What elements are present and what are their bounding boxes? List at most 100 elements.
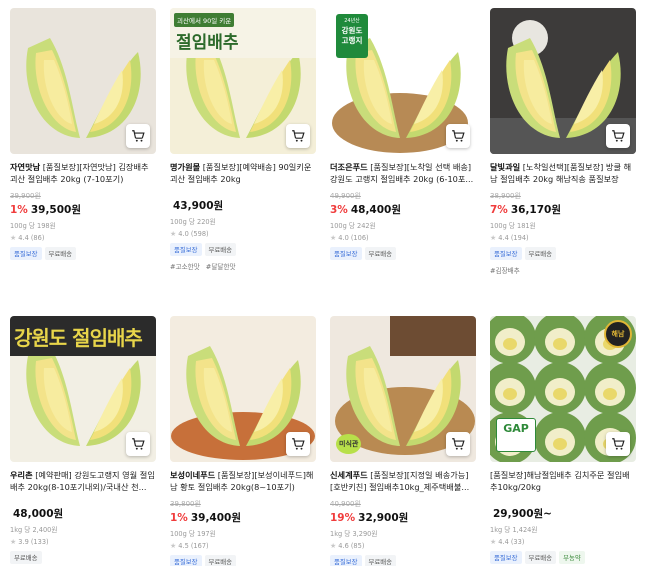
product-title[interactable]: 달빛과일 [노착일선택][품질보장] 방쿨 해남 절임배추 20kg 해남직송 … [490,161,636,185]
product-badge: 품질보장 [490,551,522,564]
rating: ★ 4.0 (106) [330,234,476,242]
product-image[interactable]: 미식관 [330,316,476,462]
unit-price: 100g 당 242원 [330,222,376,230]
product-image[interactable] [10,8,156,154]
shopping-cart-icon [611,437,625,451]
add-to-cart-button[interactable] [126,124,150,148]
rating-text: 4.0 (598) [178,230,209,238]
sale-price: 43,900원 [173,200,224,212]
add-to-cart-button[interactable] [286,432,310,456]
badge-list: 품질보장 무료배송 [10,247,156,260]
product-brand[interactable]: 달빛과일 [490,162,520,172]
product-banner: 24년산 강원도 고랭지 [336,14,368,58]
rating-text: 4.4 (33) [498,538,525,546]
product-card[interactable]: 보성이네푸드 [품질보장][보성이네푸드]해남 황토 절임배추 20kg(8~1… [170,316,316,566]
rating: ★ 4.4 (86) [10,234,156,242]
rating-text: 4.4 (194) [498,234,529,242]
original-price: 49,900원 [330,192,361,200]
sale-price: 48,000원 [13,508,64,520]
shopping-cart-icon [131,129,145,143]
rating-text: 4.4 (86) [18,234,45,242]
banner-big-text: 강원도 고랭지 [341,26,363,45]
original-price: 39,800원 [170,500,201,508]
badge-list: 품질보장 무료배송 [170,243,316,256]
product-badge: 무료배송 [204,243,237,256]
discount-rate: 1% [170,512,188,524]
original-price: 40,900원 [330,500,361,508]
product-title[interactable]: 자연맛남 [품질보장][자연맛남] 김장배추 괴산 절임배추 20kg (7-1… [10,161,156,185]
add-to-cart-button[interactable] [606,124,630,148]
product-title[interactable]: 명가원몰 [품질보장][예약배송] 90일키운 괴산 절임배추 20kg [170,161,316,185]
discount-rate: 3% [330,204,348,216]
product-title[interactable]: [품질보장]해남절임배추 김치주문 절임배추10kg/20kg [490,469,636,493]
star-icon: ★ [490,538,497,546]
product-card[interactable]: 미식관 신세계푸드 [품질보장][지정일 배송가능] [호반키친] 절임배추10… [330,316,476,566]
shopping-cart-icon [291,437,305,451]
product-card[interactable]: GAP 해남 [품질보장]해남절임배추 김치주문 절임배추10kg/20kg 2… [490,316,636,566]
shopping-cart-icon [611,129,625,143]
product-brand[interactable]: 더조은푸드 [330,162,368,172]
price-row: 3% 48,400원 [330,202,476,217]
product-name: [품질보장]해남절임배추 김치주문 절임배추10kg/20kg [490,470,630,492]
unit-price: 1kg 당 3,290원 [330,530,378,538]
product-banner: 강원도 절임배추 [10,316,156,356]
rating-text: 4.5 (167) [178,542,209,550]
hashtag-link[interactable]: #김장배추 [490,265,520,275]
product-title[interactable]: 보성이네푸드 [품질보장][보성이네푸드]해남 황토 절임배추 20kg(8~1… [170,469,316,493]
price-row: 1% 39,400원 [170,510,316,525]
product-brand[interactable]: 자연맛남 [10,162,40,172]
product-title[interactable]: 신세계푸드 [품질보장][지정일 배송가능] [호반키친] 절임배추10kg_제… [330,469,476,493]
product-title[interactable]: 우리촌 [예약판매] 강원도고랭지 영월 절임배추 20kg(8-10포기내외)… [10,469,156,493]
product-image[interactable]: 24년산 강원도 고랭지 [330,8,476,154]
rating: ★ 4.6 (85) [330,542,476,550]
region-sticker-label: 해남 [611,330,625,338]
add-to-cart-button[interactable] [126,432,150,456]
product-card[interactable]: 달빛과일 [노착일선택][품질보장] 방쿨 해남 절임배추 20kg 해남직송 … [490,8,636,275]
hashtag-link[interactable]: #달달한맛 [206,261,236,271]
discount-rate: 19% [330,512,356,524]
rating-text: 3.9 (133) [18,538,49,546]
price-row: 29,900원~ [490,506,636,521]
hashtag-link[interactable]: #고소한맛 [170,261,200,271]
shopping-cart-icon [451,437,465,451]
product-title[interactable]: 더조은푸드 [품질보장][노착일 선택 배송] 강원도 고랭지 절임배추 20k… [330,161,476,185]
product-brand[interactable]: 신세계푸드 [330,470,368,480]
price-row: 48,000원 [10,506,156,521]
star-icon: ★ [10,538,17,546]
product-card[interactable]: 자연맛남 [품질보장][자연맛남] 김장배추 괴산 절임배추 20kg (7-1… [10,8,156,265]
price-row: 43,900원 [170,198,316,213]
add-to-cart-button[interactable] [606,432,630,456]
product-brand[interactable]: 보성이네푸드 [170,470,215,480]
price-row: 1% 39,500원 [10,202,156,217]
rating: ★ 4.5 (167) [170,542,316,550]
product-brand[interactable]: 명가원몰 [170,162,200,172]
add-to-cart-button[interactable] [446,124,470,148]
star-icon: ★ [170,542,177,550]
sale-price: 32,900원 [358,512,409,524]
add-to-cart-button[interactable] [446,432,470,456]
product-card[interactable]: 24년산 강원도 고랭지 더조은푸드 [품질보장][노착일 선택 배송] 강원도… [330,8,476,265]
banner-small-text: 괴산에서 90일 키운 [174,13,235,27]
star-icon: ★ [330,234,337,242]
product-brand[interactable]: 우리촌 [10,470,33,480]
add-to-cart-button[interactable] [286,124,310,148]
star-icon: ★ [330,542,337,550]
unit-price: 100g 당 181원 [490,222,536,230]
product-image[interactable]: 괴산에서 90일 키운 절임배추 [170,8,316,154]
product-badge: 품질보장 [170,243,202,256]
product-image[interactable]: 강원도 절임배추 [10,316,156,462]
sale-price: 36,170원 [510,204,562,216]
product-badge: 품질보장 [170,555,202,566]
price-row: 19% 32,900원 [330,510,476,525]
star-icon: ★ [170,230,177,238]
shopping-cart-icon [291,129,305,143]
product-card[interactable]: 괴산에서 90일 키운 절임배추 명가원몰 [품질보장][예약배송] 90일키운… [170,8,316,271]
product-badge: 품질보장 [330,555,362,566]
product-image[interactable] [490,8,636,154]
rating: ★ 4.4 (33) [490,538,636,546]
product-image[interactable]: GAP 해남 [490,316,636,462]
product-image[interactable] [170,316,316,462]
product-name: [예약판매] 강원도고랭지 영월 절임배추 20kg(8-10포기내외)/국내산… [10,470,155,492]
sale-price: 39,400원 [190,512,242,524]
product-card[interactable]: 강원도 절임배추 우리촌 [예약판매] 강원도고랭지 영월 절임배추 20kg(… [10,316,156,566]
